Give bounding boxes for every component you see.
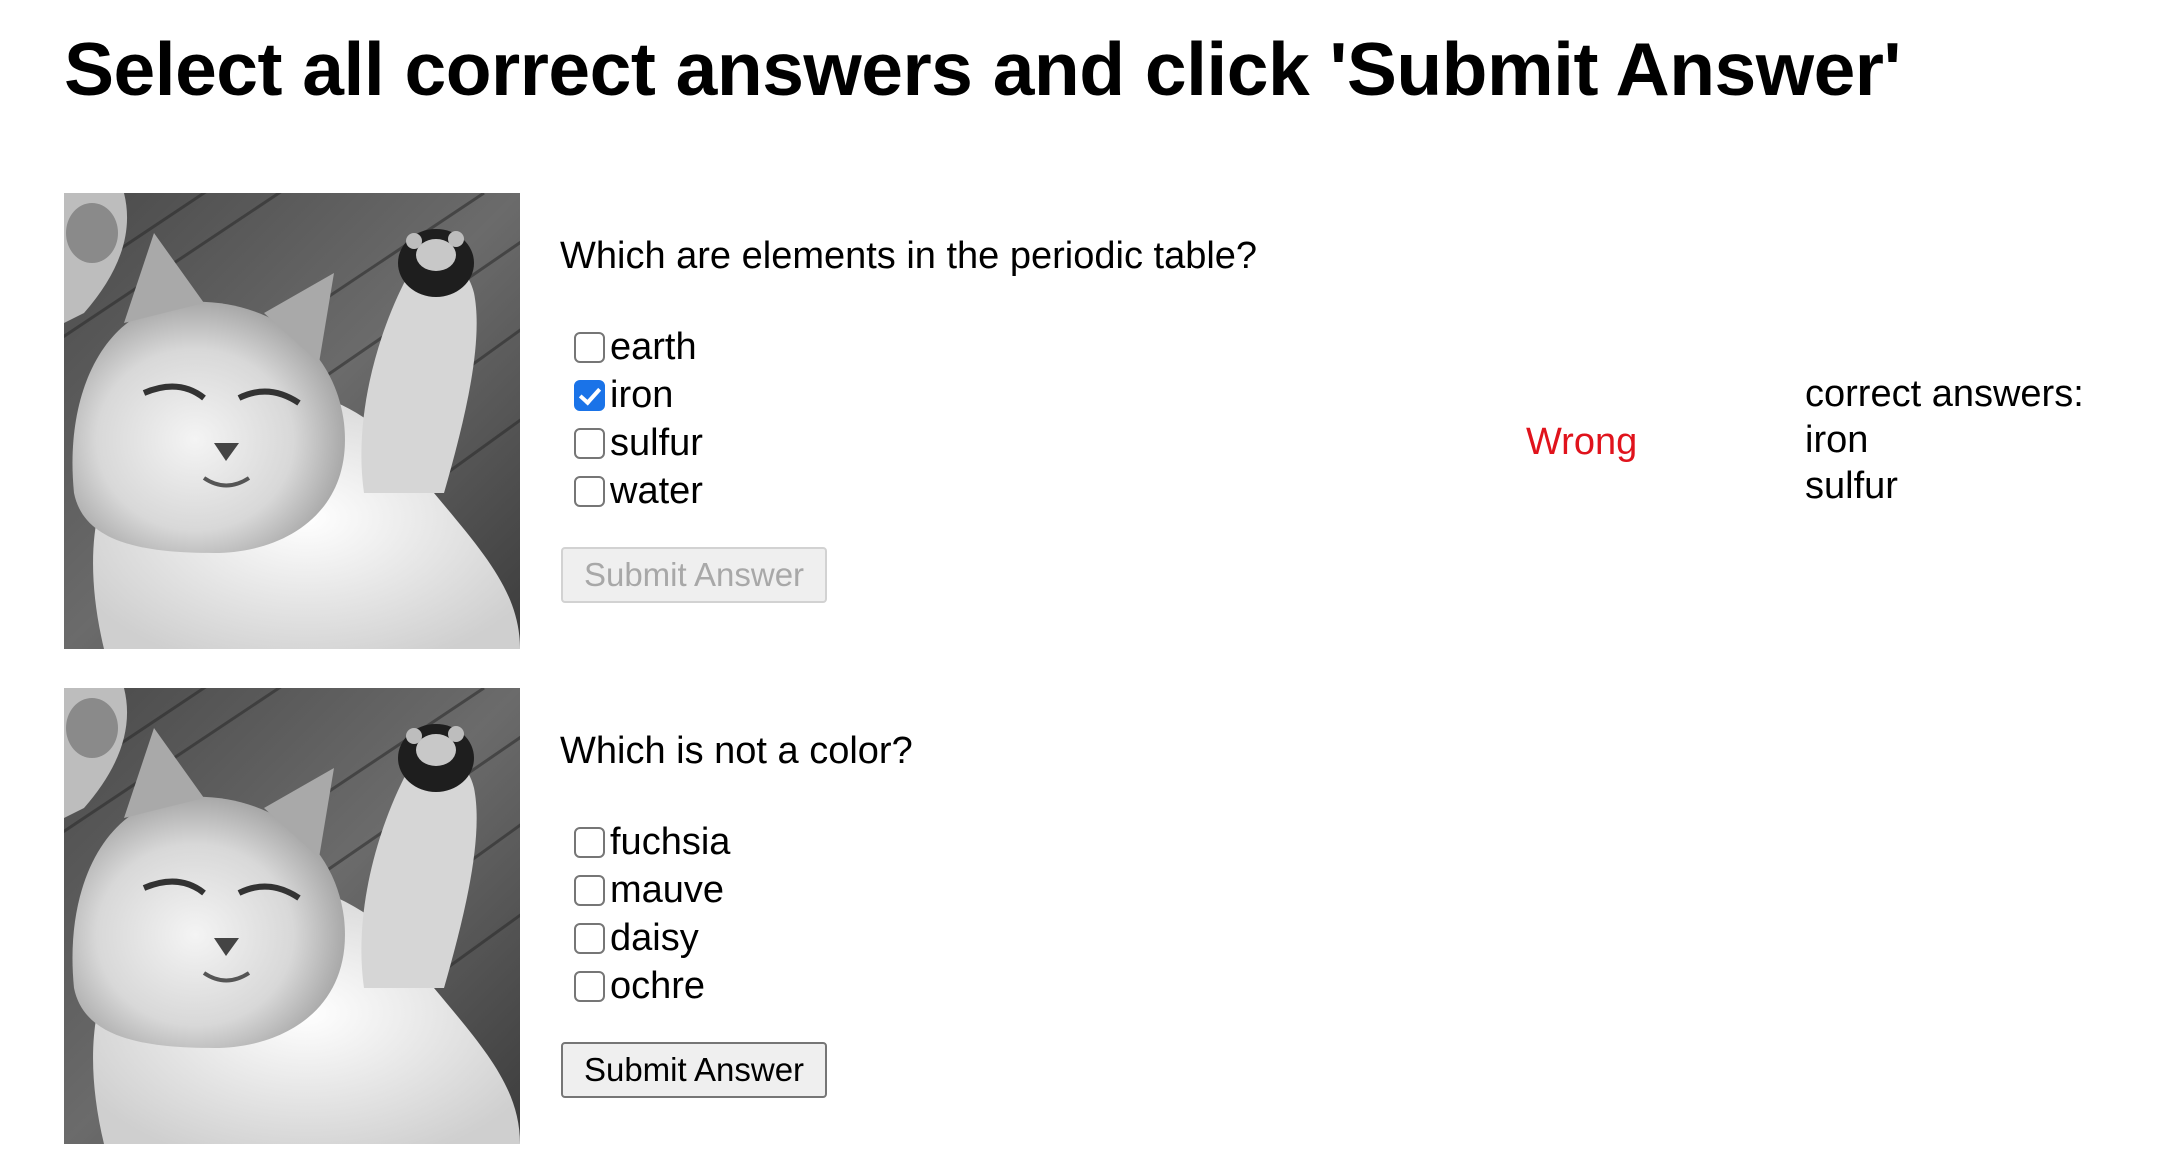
answer-option-fuchsia[interactable]: fuchsia <box>560 818 730 866</box>
quiz-card: Which are elements in the periodic table… <box>64 193 2114 649</box>
answer-label: mauve <box>610 869 725 911</box>
kitten-image <box>64 193 520 649</box>
answer-option-water[interactable]: water <box>560 467 703 515</box>
correct-answer-item: sulfur <box>1805 465 1898 507</box>
answer-option-sulfur[interactable]: sulfur <box>560 419 703 467</box>
submit-answer-button[interactable]: Submit Answer <box>561 547 827 603</box>
answer-option-iron[interactable]: iron <box>560 371 703 419</box>
answer-checkbox[interactable] <box>574 379 605 411</box>
answer-label: water <box>610 470 703 512</box>
answer-label: earth <box>610 326 697 368</box>
answer-list: fuchsia mauve daisy ochre <box>560 818 730 1010</box>
answer-checkbox[interactable] <box>574 826 605 858</box>
answer-label: sulfur <box>610 422 703 464</box>
answer-checkbox[interactable] <box>574 475 605 507</box>
answer-checkbox[interactable] <box>574 427 605 459</box>
answer-option-earth[interactable]: earth <box>560 323 703 371</box>
answer-list: earth iron sulfur water <box>560 323 703 515</box>
answer-option-daisy[interactable]: daisy <box>560 914 730 962</box>
answer-label: iron <box>610 374 674 416</box>
correct-answers-heading: correct answers: <box>1805 373 2084 415</box>
correct-answer-item: iron <box>1805 419 1869 461</box>
page-title: Select all correct answers and click 'Su… <box>64 27 1901 111</box>
quiz-card: Which is not a color? fuchsia mauve dais… <box>64 688 2114 1144</box>
answer-checkbox[interactable] <box>574 970 605 1002</box>
answer-option-mauve[interactable]: mauve <box>560 866 730 914</box>
answer-label: fuchsia <box>610 821 731 863</box>
result-wrong-label: Wrong <box>1526 421 1638 463</box>
submit-answer-button[interactable]: Submit Answer <box>561 1042 827 1098</box>
answer-option-ochre[interactable]: ochre <box>560 962 730 1010</box>
answer-label: ochre <box>610 965 706 1007</box>
quiz-question: Which are elements in the periodic table… <box>560 235 1258 277</box>
answer-label: daisy <box>610 917 699 959</box>
correct-answers-panel: correct answers: iron sulfur <box>1805 371 2084 509</box>
answer-checkbox[interactable] <box>574 874 605 906</box>
kitten-image <box>64 688 520 1144</box>
answer-checkbox[interactable] <box>574 331 605 363</box>
answer-checkbox[interactable] <box>574 922 605 954</box>
quiz-question: Which is not a color? <box>560 730 913 772</box>
